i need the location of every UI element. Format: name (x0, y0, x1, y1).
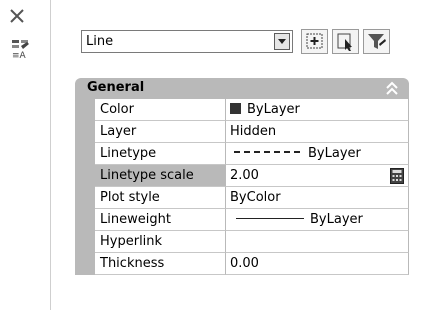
properties-palette-icon: ≡A (11, 38, 31, 64)
row-gutter (75, 143, 95, 165)
calculator-icon[interactable] (390, 168, 404, 188)
value-text: ByLayer (310, 212, 363, 227)
property-row-hyperlink[interactable]: Hyperlink (75, 231, 409, 253)
properties-table: Color ByLayer Layer Hidden Linetype ByLa… (75, 99, 409, 275)
property-value-lineweight[interactable]: ByLayer (226, 209, 409, 231)
row-gutter (75, 187, 95, 209)
row-gutter (75, 231, 95, 253)
row-gutter (75, 165, 95, 187)
linetype-preview (234, 151, 300, 153)
property-value-hyperlink[interactable] (226, 231, 409, 253)
property-value-color[interactable]: ByLayer (226, 99, 409, 121)
color-swatch (230, 103, 241, 114)
row-gutter (75, 121, 95, 143)
property-name: Lineweight (95, 209, 226, 231)
close-icon[interactable] (9, 8, 25, 28)
section-title: General (87, 80, 145, 95)
property-row-thickness[interactable]: Thickness 0.00 (75, 253, 409, 275)
quick-select-filter-icon (364, 34, 389, 57)
property-value-plot-style[interactable]: ByColor (226, 187, 409, 209)
property-name: Layer (95, 121, 226, 143)
row-gutter (75, 253, 95, 275)
property-row-linetype[interactable]: Linetype ByLayer (75, 143, 409, 165)
property-name: Linetype (95, 143, 226, 165)
toggle-pickadd-icon (302, 33, 327, 57)
property-value-linetype-scale[interactable]: 2.00 (226, 165, 409, 187)
svg-text:≡A: ≡A (12, 51, 27, 60)
row-gutter (75, 99, 95, 121)
general-section-header[interactable]: General (75, 78, 409, 99)
property-row-linetype-scale[interactable]: Linetype scale 2.00 (75, 165, 409, 187)
chevron-down-icon[interactable] (274, 33, 290, 50)
property-row-lineweight[interactable]: Lineweight ByLayer (75, 209, 409, 231)
toggle-pickadd-button[interactable] (301, 29, 328, 54)
property-value-linetype[interactable]: ByLayer (226, 143, 409, 165)
quick-select-button[interactable] (363, 29, 390, 54)
property-name: Hyperlink (95, 231, 226, 253)
properties-panel: Line General Color ByLayer Layer Hidden … (51, 0, 423, 310)
value-text: ByLayer (247, 102, 300, 117)
select-objects-icon (333, 33, 358, 57)
property-name: Plot style (95, 187, 226, 209)
property-name: Linetype scale (95, 165, 226, 187)
object-type-value: Line (86, 34, 114, 49)
value-text: ByLayer (308, 146, 361, 161)
property-name: Thickness (95, 253, 226, 275)
chevron-up-icon[interactable] (385, 80, 399, 100)
palette-title-strip: ≡A (0, 0, 51, 310)
select-objects-button[interactable] (332, 29, 359, 54)
row-gutter (75, 209, 95, 231)
property-row-layer[interactable]: Layer Hidden (75, 121, 409, 143)
property-value-thickness[interactable]: 0.00 (226, 253, 409, 275)
value-text: 2.00 (230, 168, 259, 183)
property-name: Color (95, 99, 226, 121)
property-row-color[interactable]: Color ByLayer (75, 99, 409, 121)
property-row-plot-style[interactable]: Plot style ByColor (75, 187, 409, 209)
property-value-layer[interactable]: Hidden (226, 121, 409, 143)
lineweight-preview (236, 218, 304, 219)
object-type-select[interactable]: Line (81, 30, 293, 53)
